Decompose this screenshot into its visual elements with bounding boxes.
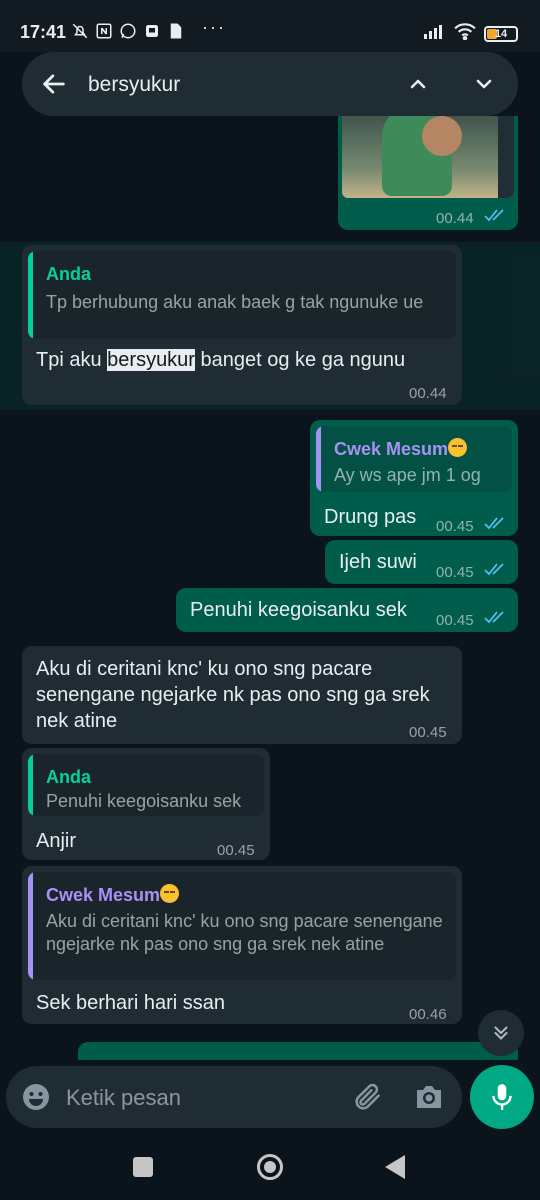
- quote-text: Tp berhubung aku anak baek g tak ngunuke…: [46, 292, 424, 312]
- more-dots-icon: ···: [202, 17, 226, 37]
- status-notification-icons: [70, 21, 186, 41]
- quoted-message[interactable]: Anda Tp berhubung aku anak baek g tak ng…: [28, 251, 456, 339]
- signal-icon: [424, 23, 446, 44]
- message-bubble-incoming[interactable]: Cwek Mesum Aku di ceritani knc' ku ono s…: [22, 866, 462, 1024]
- message-bubble-outgoing-image[interactable]: 00.44: [338, 116, 518, 230]
- message-text: Anjir: [36, 830, 77, 852]
- quote-author: Anda: [46, 767, 91, 787]
- emoji-icon: [160, 884, 180, 903]
- status-system-icons: 14: [424, 22, 518, 45]
- quote-text: Penuhi keegoisanku sek: [46, 791, 242, 811]
- whatsapp-icon: [118, 21, 138, 41]
- status-bar: 17:41 ··· 14: [0, 0, 540, 52]
- chevron-up-icon[interactable]: [406, 72, 430, 96]
- message-bubble-outgoing[interactable]: Penuhi keegoisanku sek 00.45: [176, 588, 518, 632]
- sim-icon: [142, 21, 162, 41]
- message-time: 00.44: [436, 210, 474, 227]
- message-bubble-outgoing[interactable]: Cwek Mesum Ay ws ape jm 1 og Drung pas 0…: [310, 420, 518, 536]
- read-ticks-icon: [484, 209, 504, 222]
- message-bubble-outgoing-partial[interactable]: [78, 1042, 518, 1060]
- file-icon: [166, 21, 186, 41]
- alarm-off-icon: [70, 21, 90, 41]
- message-text: Penuhi keegoisanku sek: [190, 599, 407, 621]
- message-text: Aku di ceritani knc' ku ono sng pacare s…: [36, 658, 430, 732]
- chat-message-list[interactable]: 00.44 Anda Tp berhubung aku anak baek g …: [0, 116, 540, 1060]
- nfc-icon: [94, 21, 114, 41]
- back-triangle-icon[interactable]: [385, 1155, 405, 1179]
- search-bar: bersyukur: [22, 52, 518, 116]
- quote-author: Anda: [46, 264, 91, 284]
- quote-author: Cwek Mesum: [46, 885, 161, 905]
- wifi-icon: [454, 22, 476, 45]
- recent-apps-icon[interactable]: [133, 1157, 153, 1177]
- paperclip-icon[interactable]: [352, 1081, 384, 1113]
- quoted-message[interactable]: Anda Penuhi keegoisanku sek: [28, 754, 264, 816]
- message-time: 00.45: [409, 724, 447, 741]
- microphone-icon: [492, 1084, 512, 1110]
- quoted-message[interactable]: Cwek Mesum Aku di ceritani knc' ku ono s…: [28, 872, 456, 980]
- search-input[interactable]: bersyukur: [88, 73, 180, 97]
- quote-text: Aku di ceritani knc' ku ono sng pacare s…: [46, 911, 443, 954]
- battery-level: 14: [494, 27, 508, 40]
- message-text: Drung pas: [324, 506, 417, 528]
- read-ticks-icon: [484, 563, 504, 576]
- microphone-button[interactable]: [470, 1065, 534, 1129]
- chevron-down-icon[interactable]: [472, 72, 496, 96]
- message-time: 00.45: [436, 564, 474, 581]
- emoji-icon: [448, 438, 468, 457]
- message-bubble-outgoing[interactable]: Ijeh suwi 00.45: [325, 540, 518, 584]
- message-text: Tpi aku bersyukur banget og ke ga ngunu: [36, 349, 406, 371]
- message-text: Ijeh suwi: [339, 551, 417, 573]
- double-chevron-down-icon: [494, 1026, 508, 1040]
- message-composer: Ketik pesan: [6, 1066, 462, 1128]
- emoji-icon[interactable]: [22, 1083, 50, 1111]
- camera-icon[interactable]: [414, 1083, 444, 1111]
- home-icon[interactable]: [257, 1154, 283, 1180]
- back-arrow-icon[interactable]: [40, 70, 68, 98]
- message-bubble-incoming[interactable]: Anda Tp berhubung aku anak baek g tak ng…: [22, 245, 462, 405]
- message-text: Sek berhari hari ssan: [36, 992, 225, 1014]
- search-match: bersyukur: [107, 349, 195, 371]
- quoted-message[interactable]: Cwek Mesum Ay ws ape jm 1 og: [316, 426, 512, 492]
- quote-text: Ay ws ape jm 1 og: [334, 465, 481, 485]
- message-time: 00.45: [436, 518, 474, 535]
- read-ticks-icon: [484, 611, 504, 624]
- read-ticks-icon: [484, 517, 504, 530]
- system-navigation-bar: [0, 1136, 540, 1200]
- message-time: 00.44: [409, 385, 447, 402]
- message-input[interactable]: Ketik pesan: [66, 1085, 181, 1111]
- image-attachment[interactable]: [342, 116, 514, 198]
- message-time: 00.46: [409, 1006, 447, 1023]
- message-bubble-incoming[interactable]: Aku di ceritani knc' ku ono sng pacare s…: [22, 646, 462, 744]
- message-bubble-incoming[interactable]: Anda Penuhi keegoisanku sek Anjir 00.45: [22, 748, 270, 860]
- scroll-to-bottom-button[interactable]: [478, 1010, 524, 1056]
- status-time: 17:41: [20, 22, 67, 42]
- message-time: 00.45: [217, 842, 255, 859]
- quote-author: Cwek Mesum: [334, 439, 449, 459]
- message-time: 00.45: [436, 612, 474, 629]
- battery-icon: 14: [484, 25, 518, 42]
